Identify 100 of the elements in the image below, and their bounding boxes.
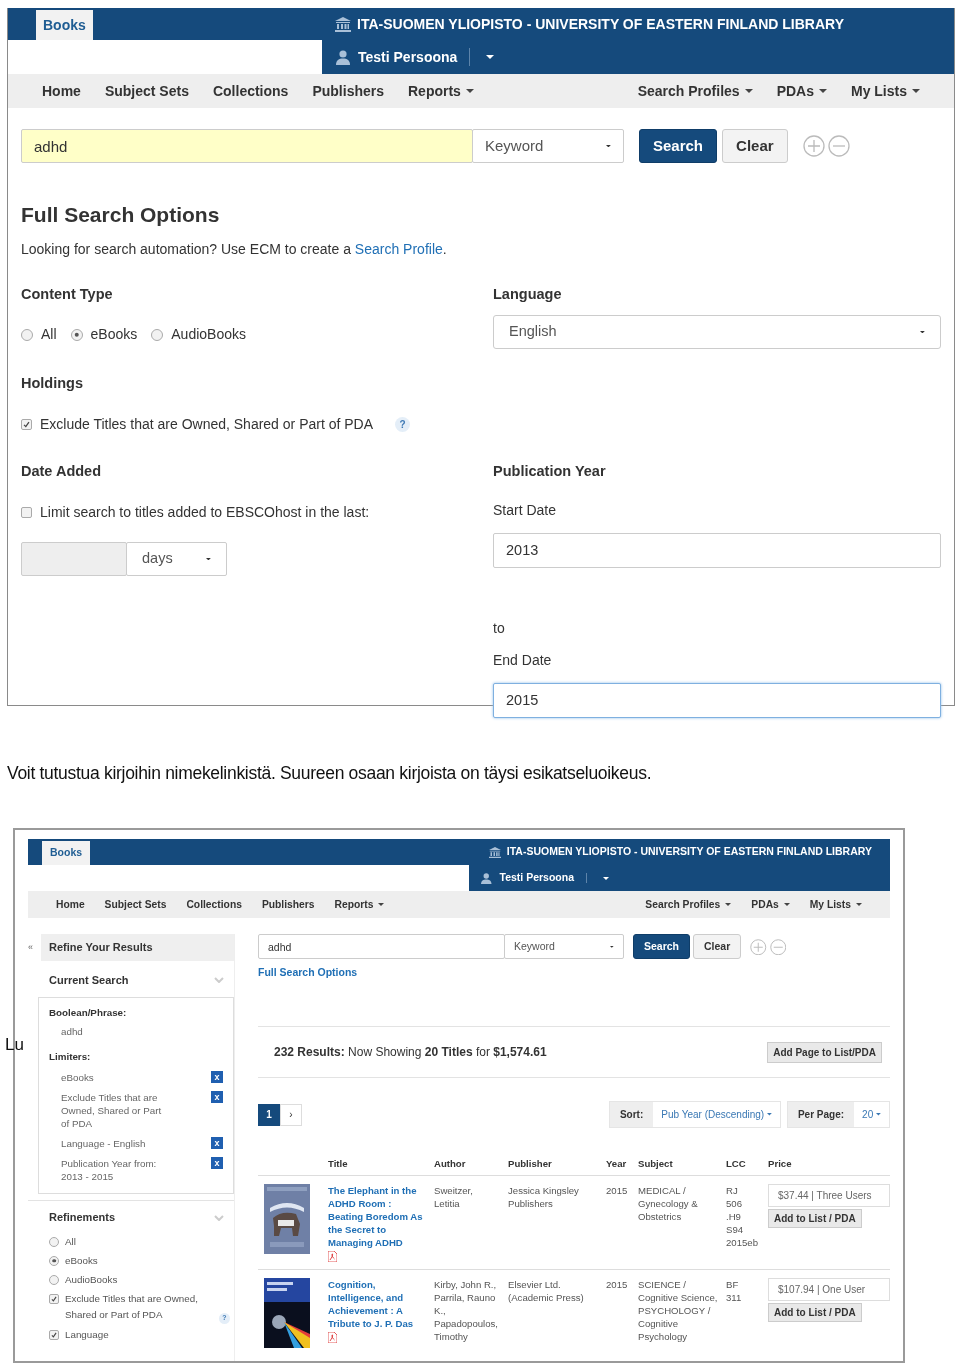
- tab[interactable]: Books: [42, 841, 91, 866]
- table-cell: 2015: [606, 1185, 628, 1197]
- table-cell: 2015: [606, 1279, 628, 1291]
- column-header: Publisher: [504, 1153, 602, 1176]
- full-search-options-link[interactable]: Full Search Options: [258, 965, 358, 981]
- remove-button[interactable]: x: [211, 1137, 223, 1150]
- radio-button[interactable]: [49, 1236, 59, 1247]
- option-label: AudioBooks: [171, 325, 246, 345]
- search-field[interactable]: adhd: [21, 129, 473, 163]
- language-select[interactable]: English: [493, 315, 941, 350]
- nav-link[interactable]: Search Profiles: [625, 80, 765, 102]
- check-icon: [51, 1331, 57, 1338]
- limiter-label: Exclude Titles that are Owned, Shared or Part of PDA: [61, 1091, 163, 1131]
- nav-link[interactable]: Home: [46, 897, 95, 913]
- price-select[interactable]: $107.94 | One User: [768, 1278, 890, 1302]
- nav-link[interactable]: Publishers: [251, 897, 325, 913]
- caret-icon: [606, 144, 611, 148]
- remove-button[interactable]: x: [211, 1071, 223, 1084]
- minus-icon[interactable]: [769, 938, 787, 955]
- clear-button[interactable]: Clear: [693, 934, 742, 960]
- table-cell: RJ 506 .H9 S94 2015eb: [726, 1185, 758, 1249]
- nav-link[interactable]: Publishers: [300, 80, 396, 102]
- caret-icon: [603, 876, 609, 880]
- nav-link[interactable]: Subject Sets: [94, 897, 177, 913]
- caret-icon: [378, 903, 385, 907]
- nav-link[interactable]: Collections: [176, 897, 252, 913]
- radio-button[interactable]: [70, 328, 83, 341]
- column-header: Subject: [634, 1153, 722, 1176]
- search-type-select[interactable]: Keyword: [472, 129, 624, 163]
- radio-button[interactable]: [151, 328, 164, 341]
- nav-link[interactable]: Home: [30, 80, 93, 102]
- table-cell: Kirby, John R., Parrila, Rauno K., Papadopoulos, Timothy: [434, 1279, 498, 1343]
- section-label: Date Added: [21, 462, 103, 481]
- checkbox[interactable]: [49, 1293, 59, 1304]
- nav-link[interactable]: My Lists: [839, 80, 932, 102]
- page-heading: Full Search Options: [21, 202, 221, 228]
- collapse-toggle[interactable]: «: [28, 940, 41, 955]
- plus-icon[interactable]: [802, 135, 825, 157]
- nav-link[interactable]: PDAs: [741, 897, 800, 913]
- title-link[interactable]: The Elephant in the ADHD Room : Beating Boredom As the Secret to Managing ADHD: [328, 1184, 426, 1250]
- bank-icon: [488, 846, 501, 858]
- user-name[interactable]: Testi Persoona: [358, 46, 458, 68]
- nav-link[interactable]: My Lists: [799, 897, 872, 913]
- field-label: End Date: [493, 650, 553, 670]
- page-button[interactable]: 1: [258, 1103, 280, 1126]
- add-to-list-button[interactable]: Add to List / PDA: [768, 1303, 862, 1323]
- unit-select[interactable]: days: [126, 541, 227, 576]
- search-button[interactable]: Search: [639, 129, 718, 163]
- caret-icon: [206, 557, 211, 560]
- title-link[interactable]: Cognition, Intelligence, and Achievement : A Tribute to J. P. Das: [328, 1278, 426, 1331]
- checkbox[interactable]: [49, 1329, 59, 1340]
- remove-button[interactable]: x: [211, 1091, 223, 1104]
- chevron-icon[interactable]: [214, 1214, 224, 1221]
- search-button[interactable]: Search: [633, 934, 691, 960]
- chevron-icon[interactable]: [214, 977, 224, 983]
- bank-icon: [335, 16, 352, 32]
- checkbox[interactable]: [21, 506, 32, 518]
- pdf-icon[interactable]: [328, 1332, 337, 1344]
- check-icon: [23, 421, 30, 428]
- add-page-button[interactable]: Add Page to List/PDA: [767, 1041, 882, 1063]
- sort-dropdown[interactable]: Pub Year (Descending): [653, 1102, 780, 1127]
- radio-button[interactable]: [49, 1255, 59, 1266]
- radio-button[interactable]: [21, 328, 33, 341]
- option-label: All: [65, 1234, 76, 1249]
- tab[interactable]: Books: [36, 10, 93, 40]
- user-icon: [336, 49, 350, 65]
- section-label: Holdings: [21, 374, 85, 394]
- nav-link[interactable]: Search Profiles: [635, 897, 742, 913]
- nav-link[interactable]: Reports: [396, 80, 486, 102]
- nav-link[interactable]: Reports: [324, 897, 395, 913]
- price-select[interactable]: $37.44 | Three Users: [768, 1184, 890, 1208]
- nav-link[interactable]: Subject Sets: [92, 80, 201, 102]
- caret-icon: [819, 89, 827, 93]
- caret-icon: [610, 945, 614, 948]
- results-summary: 232 Results: Now Showing 20 Titles for $1,574.61: [274, 1044, 547, 1061]
- search-type-select[interactable]: Keyword: [504, 934, 624, 960]
- next-page-button[interactable]: ›: [280, 1103, 302, 1126]
- checkbox[interactable]: [21, 419, 32, 430]
- section-label: Refinements: [49, 1210, 116, 1226]
- user-name[interactable]: Testi Persoona: [499, 870, 574, 887]
- pdf-icon[interactable]: [328, 1251, 337, 1263]
- table-cell: SCIENCE / Cognitive Science, PSYCHOLOGY / Cognitive Psychology: [638, 1279, 718, 1343]
- add-to-list-button[interactable]: Add to List / PDA: [768, 1209, 862, 1229]
- help-icon[interactable]: ?: [395, 417, 411, 432]
- number-field[interactable]: [21, 541, 127, 576]
- end-date-field[interactable]: 2015: [493, 682, 941, 718]
- per-page-dropdown[interactable]: 20: [854, 1102, 889, 1127]
- minus-icon[interactable]: [827, 135, 850, 157]
- plus-icon[interactable]: [750, 938, 767, 955]
- nav-link[interactable]: PDAs: [764, 80, 839, 102]
- clear-button[interactable]: Clear: [722, 129, 788, 163]
- remove-button[interactable]: x: [211, 1157, 223, 1170]
- caret-icon: [465, 89, 474, 93]
- table-cell: Jessica Kingsley Publishers: [508, 1185, 579, 1210]
- option-label: Language: [65, 1327, 109, 1342]
- radio-button[interactable]: [49, 1274, 59, 1285]
- nav-link[interactable]: Collections: [200, 80, 301, 102]
- search-profile-link[interactable]: Search Profile: [354, 240, 443, 257]
- search-field[interactable]: adhd: [258, 934, 505, 960]
- start-date-field[interactable]: 2013: [493, 532, 941, 568]
